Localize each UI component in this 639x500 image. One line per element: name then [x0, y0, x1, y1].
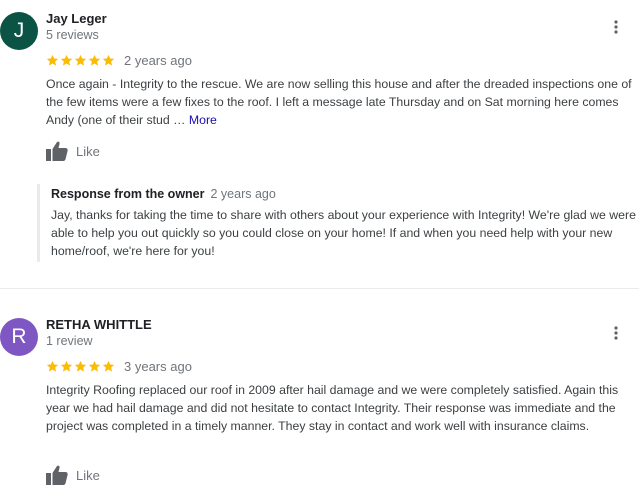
like-button[interactable]: Like [46, 465, 100, 485]
reviewer-name[interactable]: Jay Leger [46, 11, 107, 26]
rating-row: 3 years ago [46, 358, 192, 374]
like-label: Like [76, 143, 100, 159]
owner-response: Response from the owner 2 years ago Jay,… [37, 184, 639, 262]
star-rating [46, 54, 115, 67]
star-icon [46, 360, 59, 372]
star-icon [46, 54, 59, 66]
star-icon [60, 360, 73, 372]
review-date: 2 years ago [124, 52, 192, 68]
review-text: Once again - Integrity to the rescue. We… [46, 75, 636, 129]
more-vert-icon [614, 326, 618, 340]
avatar[interactable]: R [0, 318, 38, 356]
star-icon [102, 360, 115, 372]
reviewer-review-count: 1 review [46, 334, 93, 348]
reviewer-review-count: 5 reviews [46, 28, 99, 42]
review-text: Integrity Roofing replaced our roof in 2… [46, 383, 619, 433]
rating-row: 2 years ago [46, 52, 192, 68]
star-icon [88, 54, 101, 66]
star-icon [102, 54, 115, 66]
review-date: 3 years ago [124, 358, 192, 374]
reviewer-name[interactable]: RETHA WHITTLE [46, 317, 152, 332]
more-options-button[interactable] [606, 17, 626, 37]
like-label: Like [76, 467, 100, 483]
star-icon [88, 360, 101, 372]
review-divider [0, 288, 639, 289]
like-button[interactable]: Like [46, 141, 100, 161]
star-icon [74, 54, 87, 66]
more-options-button[interactable] [606, 323, 626, 343]
star-icon [74, 360, 87, 372]
owner-response-title: Response from the owner [51, 187, 205, 201]
owner-response-date: 2 years ago [210, 187, 276, 201]
star-icon [60, 54, 73, 66]
more-vert-icon [614, 20, 618, 34]
thumb-up-icon [46, 465, 68, 485]
more-link[interactable]: More [189, 113, 217, 127]
star-rating [46, 360, 115, 373]
thumb-up-icon [46, 141, 68, 161]
review-body: Once again - Integrity to the rescue. We… [46, 77, 632, 127]
owner-response-text: Jay, thanks for taking the time to share… [51, 208, 636, 258]
avatar[interactable]: J [0, 12, 38, 50]
